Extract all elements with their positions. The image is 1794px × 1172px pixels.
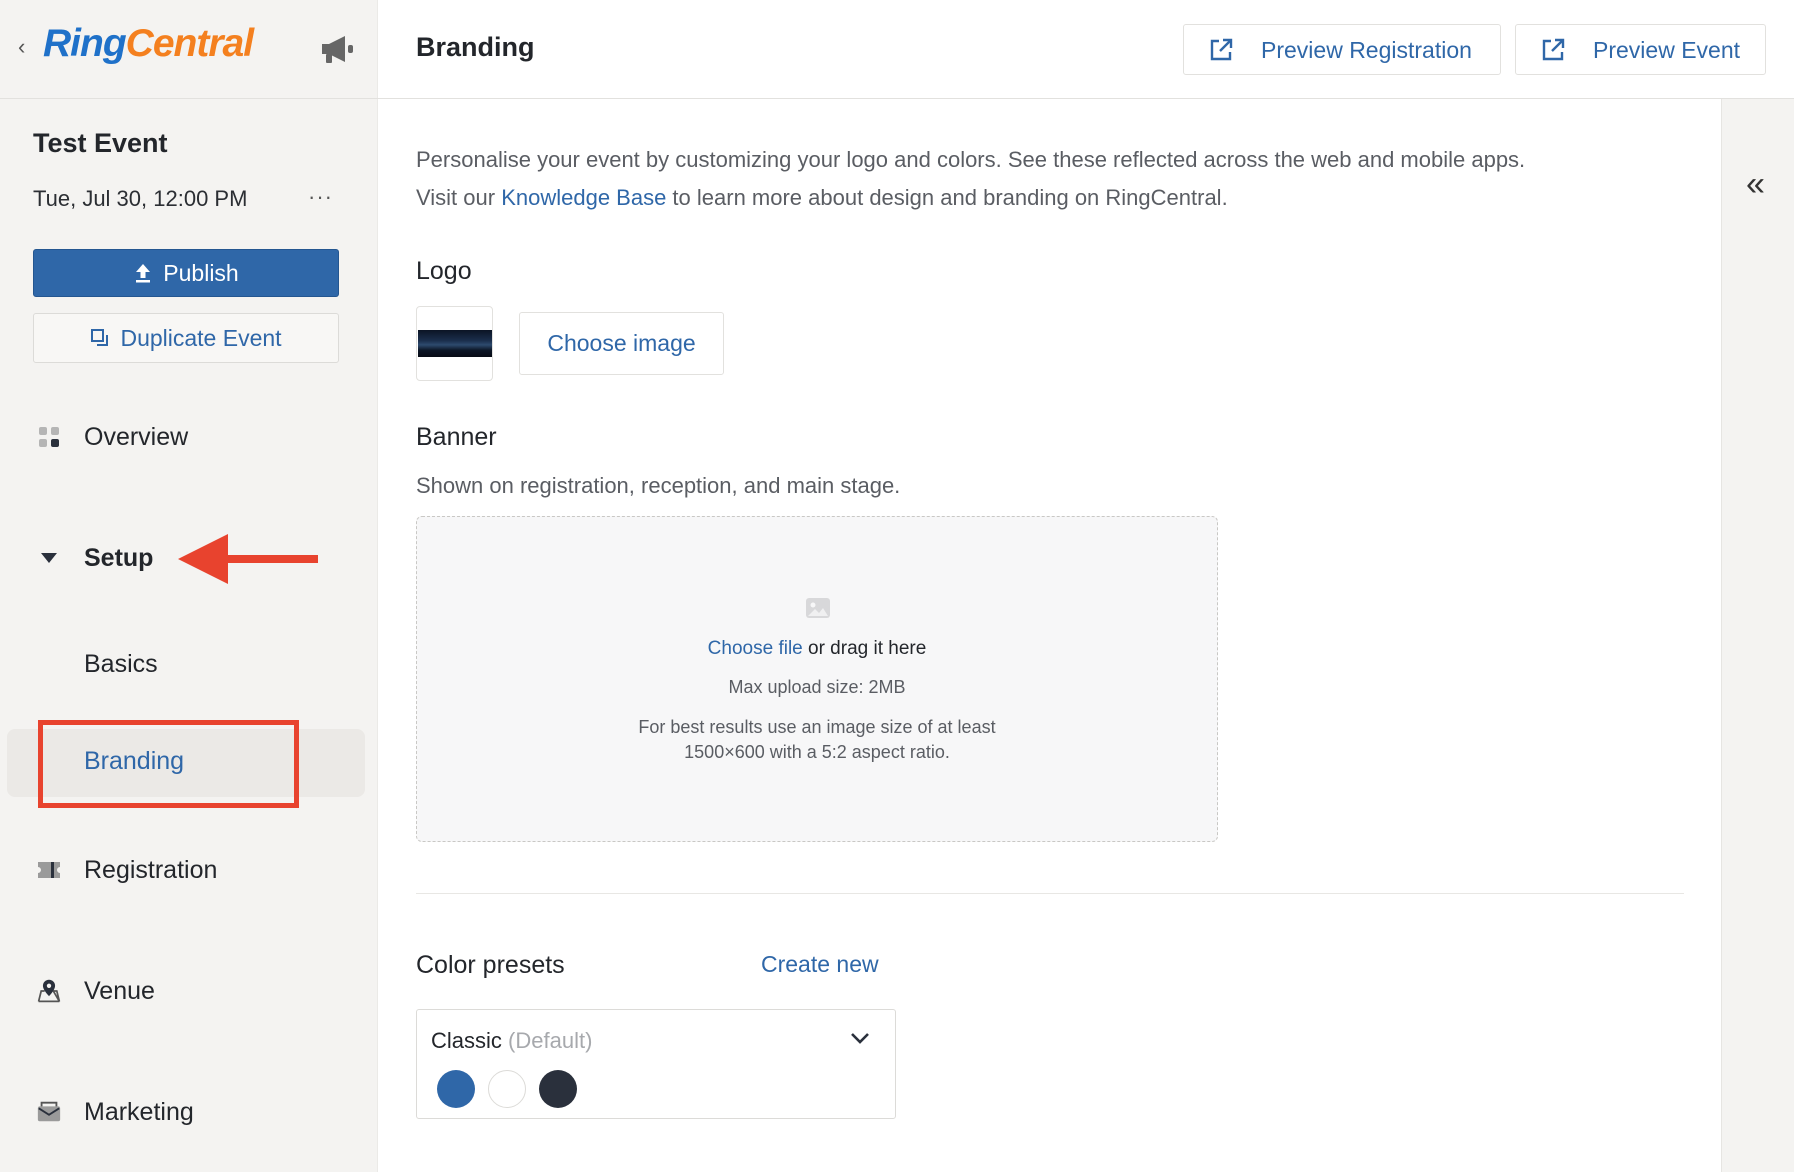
sidebar-item-label: Marketing [84,1097,194,1126]
envelope-icon [36,1099,62,1125]
create-new-link[interactable]: Create new [761,951,879,978]
annotation-arrow [178,534,318,584]
page-title: Branding [416,32,535,62]
preset-default-tag: (Default) [508,1028,593,1053]
ticket-icon [36,857,62,883]
image-size-hint: For best results use an image size of at… [638,717,996,762]
sidebar-header: ‹ RingCentral [0,0,378,99]
sidebar-item-basics[interactable]: Basics [0,634,378,694]
sidebar-item-label: Venue [84,976,155,1005]
sidebar-item-label: Basics [84,649,158,678]
event-date: Tue, Jul 30, 12:00 PM [33,186,248,211]
sidebar-item-marketing[interactable]: Marketing [0,1082,378,1142]
banner-subtitle: Shown on registration, reception, and ma… [416,473,901,498]
color-swatch-primary [437,1070,475,1108]
preview-event-button[interactable]: Preview Event [1515,24,1766,75]
banner-heading: Banner [416,423,497,451]
dropzone-cta: Choose file or drag it here [707,638,927,659]
intro-line-2: Visit our Knowledge Base to learn more a… [416,185,1228,210]
image-placeholder-icon [806,598,830,618]
choose-image-button[interactable]: Choose image [519,312,724,375]
duplicate-icon [91,329,109,346]
color-swatch-secondary [488,1070,526,1108]
external-link-icon [1210,38,1233,61]
annotation-highlight-box [38,720,299,808]
back-chevron-icon[interactable]: ‹ [18,34,25,60]
sidebar-item-registration[interactable]: Registration [0,840,378,900]
external-link-icon [1542,38,1565,61]
ringcentral-logo[interactable]: RingCentral [43,22,254,66]
banner-dropzone[interactable]: Choose file or drag it here Max upload s… [416,516,1218,842]
preview-registration-label: Preview Registration [1261,37,1472,63]
logo-image [418,330,492,357]
logo-heading: Logo [416,257,472,285]
intro-text: Personalise your event by customizing yo… [416,141,1686,217]
sidebar: ‹ RingCentral Test Event Tue, Jul 30, 12… [0,0,378,1172]
sidebar-item-label: Setup [84,543,154,572]
max-upload-size: Max upload size: 2MB [728,677,906,697]
double-chevron-left-icon[interactable]: « [1746,165,1765,204]
section-divider [416,893,1684,894]
chevron-down-icon [851,1033,869,1044]
caret-down-icon [36,545,62,571]
megaphone-icon[interactable] [318,33,358,65]
sidebar-item-overview[interactable]: Overview [0,407,378,467]
grid-icon [36,424,62,450]
preset-name: Classic (Default) [431,1028,593,1053]
choose-file-link[interactable]: Choose file [708,638,803,659]
color-preset-select[interactable]: Classic (Default) [416,1009,896,1119]
sidebar-item-label: Overview [84,422,189,451]
sidebar-item-label: Registration [84,855,218,884]
sidebar-item-venue[interactable]: Venue [0,961,378,1021]
logo-thumbnail[interactable] [416,306,493,381]
right-panel-rail: « [1721,99,1794,1172]
knowledge-base-link[interactable]: Knowledge Base [501,185,666,210]
duplicate-event-button[interactable]: Duplicate Event [33,313,339,363]
event-title: Test Event [33,128,168,158]
more-options-icon[interactable]: ··· [308,184,333,210]
color-swatch-dark [539,1070,577,1108]
publish-label: Publish [163,259,239,286]
top-bar: Branding Preview Registration Preview Ev… [378,0,1794,99]
upload-icon [136,264,151,283]
location-pin-icon [36,978,62,1004]
preview-event-label: Preview Event [1593,37,1741,63]
intro-line-1: Personalise your event by customizing yo… [416,147,1526,172]
preview-registration-button[interactable]: Preview Registration [1183,24,1501,75]
duplicate-label: Duplicate Event [120,324,282,351]
color-presets-heading: Color presets [416,951,565,979]
publish-button[interactable]: Publish [33,249,339,297]
